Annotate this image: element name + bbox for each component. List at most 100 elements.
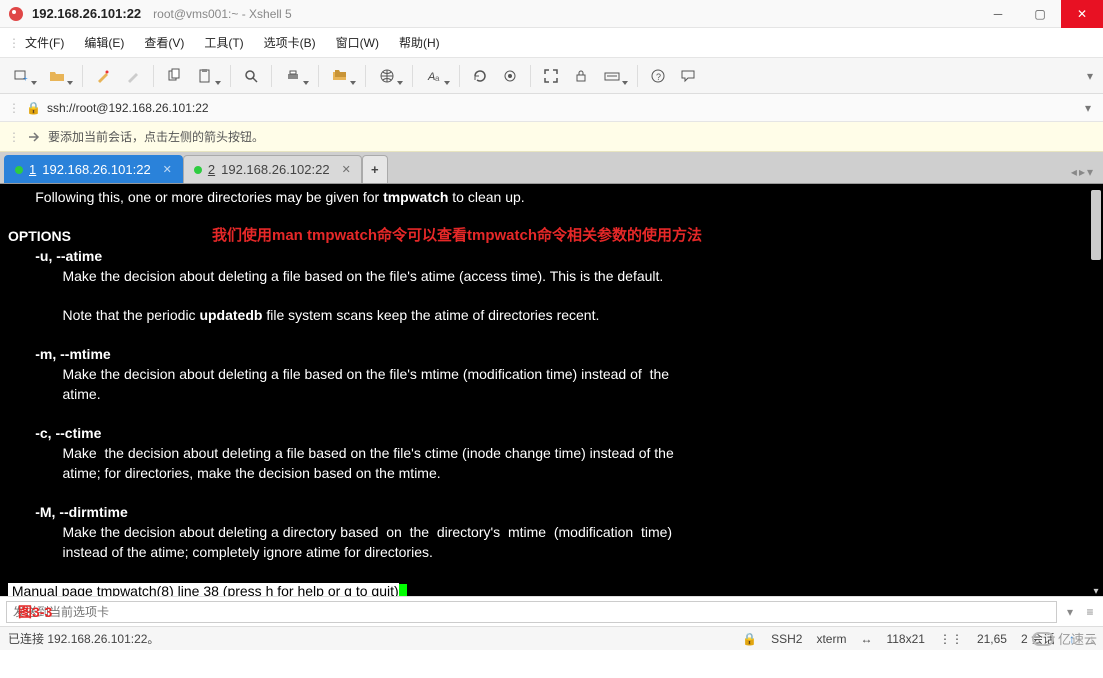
- title-subtitle: root@vms001:~ - Xshell 5: [153, 7, 292, 21]
- folders-icon: [332, 68, 348, 84]
- cursor: [399, 584, 407, 596]
- lock-icon: 🔒: [26, 101, 41, 115]
- send-input[interactable]: [6, 601, 1057, 623]
- new-tab-button[interactable]: +: [362, 155, 388, 183]
- status-size: 118x21: [886, 632, 924, 646]
- grip-icon: ⋮: [8, 36, 13, 50]
- tab-list-icon[interactable]: ▾: [1087, 165, 1093, 179]
- new-session-button[interactable]: +: [6, 62, 40, 90]
- status-bar: 已连接 192.168.26.101:22。 🔒 SSH2 xterm ↔ 11…: [0, 626, 1103, 650]
- copy-button[interactable]: [160, 62, 188, 90]
- tab-close-icon[interactable]: ✕: [163, 163, 172, 176]
- menu-file[interactable]: 文件(F): [17, 30, 72, 55]
- hint-bar: ⋮ 要添加当前会话，点击左侧的箭头按钮。: [0, 122, 1103, 152]
- session-tab-2[interactable]: 2 192.168.26.102:22 ✕: [183, 155, 362, 183]
- menu-bar: ⋮ 文件(F) 编辑(E) 查看(V) 工具(T) 选项卡(B) 窗口(W) 帮…: [0, 28, 1103, 58]
- font-button[interactable]: Aa: [419, 62, 453, 90]
- status-dot-icon: [15, 166, 23, 174]
- wand-icon: [95, 68, 111, 84]
- menu-edit[interactable]: 编辑(E): [76, 30, 132, 55]
- arrow-add-icon[interactable]: [26, 129, 42, 145]
- hint-text: 要添加当前会话，点击左侧的箭头按钮。: [48, 128, 264, 145]
- new-session-icon: +: [13, 68, 29, 84]
- tab-prev-icon[interactable]: ◂: [1071, 165, 1077, 179]
- refresh-button[interactable]: [466, 62, 494, 90]
- scrollbar-thumb[interactable]: [1091, 190, 1101, 260]
- paste-icon: [197, 68, 213, 84]
- tab-bar: 1 192.168.26.101:22 ✕ 2 192.168.26.102:2…: [0, 152, 1103, 184]
- refresh-icon: [472, 68, 488, 84]
- session-tab-1[interactable]: 1 192.168.26.101:22 ✕: [4, 155, 183, 183]
- address-bar: ⋮ 🔒 ssh://root@192.168.26.101:22 ▾: [0, 94, 1103, 122]
- chat-button[interactable]: [674, 62, 702, 90]
- tab-next-icon[interactable]: ▸: [1079, 165, 1085, 179]
- menu-tools[interactable]: 工具(T): [196, 30, 251, 55]
- fullscreen-icon: [543, 68, 559, 84]
- size-icon: ↔: [860, 632, 872, 646]
- copy-icon: [166, 68, 182, 84]
- terminal-output: Following this, one or more directories …: [8, 188, 1095, 596]
- scroll-down-icon[interactable]: ▾: [1091, 582, 1101, 592]
- globe-button[interactable]: [372, 62, 406, 90]
- input-row: 图3-3 ▾ ≡: [0, 596, 1103, 626]
- folder-icon: [49, 68, 65, 84]
- target-button[interactable]: [496, 62, 524, 90]
- menu-tabs[interactable]: 选项卡(B): [256, 30, 324, 55]
- connect-button[interactable]: [89, 62, 117, 90]
- keyboard-button[interactable]: [597, 62, 631, 90]
- status-protocol: SSH2: [771, 632, 802, 646]
- input-menu-icon[interactable]: ≡: [1083, 605, 1097, 619]
- title-bar: 192.168.26.101:22 root@vms001:~ - Xshell…: [0, 0, 1103, 28]
- open-button[interactable]: [42, 62, 76, 90]
- status-term-type: xterm: [816, 632, 846, 646]
- address-dropdown[interactable]: ▾: [1081, 101, 1095, 115]
- tab-num: 2: [208, 162, 215, 177]
- status-dot-icon: [194, 166, 202, 174]
- annotation-text: 我们使用man tmpwatch命令可以查看tmpwatch命令相关参数的使用方…: [212, 226, 702, 245]
- printer-icon: [285, 68, 301, 84]
- chat-icon: [680, 68, 696, 84]
- wand-off-icon: [125, 68, 141, 84]
- menu-help[interactable]: 帮助(H): [391, 30, 448, 55]
- svg-text:?: ?: [656, 72, 661, 82]
- svg-text:+: +: [23, 74, 28, 83]
- print-button[interactable]: [278, 62, 312, 90]
- status-position: 21,65: [977, 632, 1007, 646]
- tab-label: 192.168.26.101:22: [42, 162, 150, 177]
- input-dropdown[interactable]: ▾: [1063, 605, 1077, 619]
- address-text[interactable]: ssh://root@192.168.26.101:22: [47, 101, 1075, 115]
- menu-window[interactable]: 窗口(W): [328, 30, 387, 55]
- menu-view[interactable]: 查看(V): [136, 30, 192, 55]
- grip-icon: ⋮: [8, 101, 20, 115]
- status-lock-icon: 🔒: [742, 632, 757, 646]
- minimize-button[interactable]: ─: [977, 0, 1019, 28]
- tab-close-icon[interactable]: ✕: [342, 163, 351, 176]
- toolbar: + Aa ? ▾: [0, 58, 1103, 94]
- toolbar-overflow[interactable]: ▾: [1083, 69, 1097, 83]
- paste-button[interactable]: [190, 62, 224, 90]
- terminal[interactable]: ▾ 我们使用man tmpwatch命令可以查看tmpwatch命令相关参数的使…: [0, 184, 1103, 596]
- close-button[interactable]: ✕: [1061, 0, 1103, 28]
- svg-text:a: a: [435, 74, 440, 83]
- tab-num: 1: [29, 162, 36, 177]
- lock-button[interactable]: [567, 62, 595, 90]
- font-icon: Aa: [426, 68, 442, 84]
- fullscreen-button[interactable]: [537, 62, 565, 90]
- man-status-line: Manual page tmpwatch(8) line 38 (press h…: [8, 583, 399, 596]
- tab-label: 192.168.26.102:22: [221, 162, 329, 177]
- disconnect-button[interactable]: [119, 62, 147, 90]
- find-button[interactable]: [237, 62, 265, 90]
- status-connection: 已连接 192.168.26.101:22。: [8, 630, 159, 647]
- app-icon: [8, 6, 24, 22]
- title-host: 192.168.26.101:22: [32, 6, 141, 21]
- watermark: 亿速云: [1032, 629, 1097, 648]
- help-button[interactable]: ?: [644, 62, 672, 90]
- grip-icon: ⋮: [8, 130, 20, 144]
- globe-icon: [379, 68, 395, 84]
- keyboard-icon: [604, 68, 620, 84]
- help-icon: ?: [650, 68, 666, 84]
- transfer-button[interactable]: [325, 62, 359, 90]
- target-icon: [502, 68, 518, 84]
- search-icon: [243, 68, 259, 84]
- maximize-button[interactable]: ▢: [1019, 0, 1061, 28]
